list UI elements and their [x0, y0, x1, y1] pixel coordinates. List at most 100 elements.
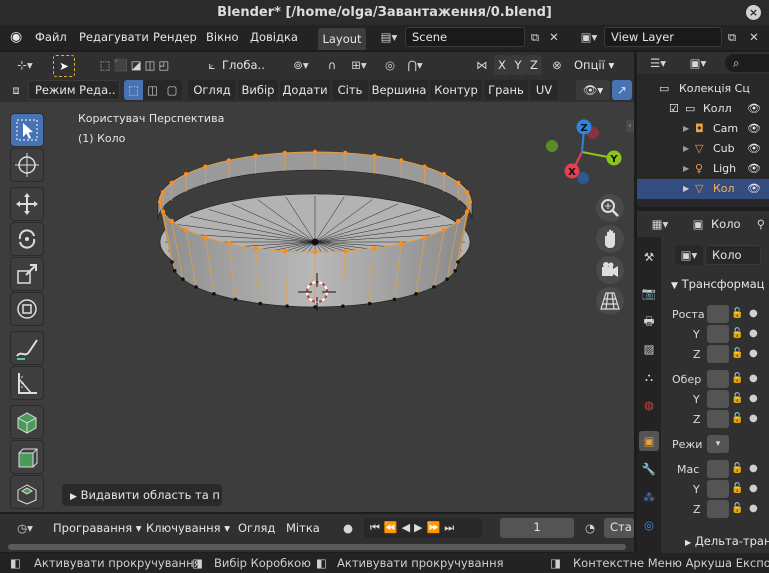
tool-measure[interactable]	[10, 366, 44, 400]
keyframe-dot-icon[interactable]: ●	[749, 410, 758, 428]
scene-name-field[interactable]: Scene	[405, 27, 525, 47]
tool-add-cube[interactable]	[10, 405, 44, 439]
face-select-icon[interactable]: ▢	[162, 80, 182, 100]
delta-transform-panel-header[interactable]: ▶ Дельта-тран	[685, 532, 769, 550]
tool-inset-faces[interactable]	[10, 475, 44, 509]
tool-transform[interactable]	[10, 292, 44, 326]
eye-icon[interactable]: 👁	[747, 179, 761, 199]
keyframe-dot-icon[interactable]: ●	[749, 325, 758, 343]
keyframe-dot-icon[interactable]: ●	[749, 460, 758, 478]
rotation-z-field[interactable]	[707, 410, 729, 428]
timeline-scrollbar[interactable]	[8, 544, 626, 550]
eye-icon[interactable]: 👁	[747, 139, 761, 159]
select-mode-icons[interactable]: ⬚⬛◪◫◰	[88, 55, 184, 75]
proportional-edit-icon[interactable]: ◎	[380, 55, 400, 75]
menu-window[interactable]: Вікно	[206, 25, 239, 50]
blender-logo-icon[interactable]: ◉	[10, 25, 22, 50]
particles-tab-icon[interactable]: ⁂	[639, 487, 659, 507]
visibility-icon[interactable]: 👁▾	[576, 80, 610, 100]
mirror-x-toggle[interactable]: X	[494, 55, 510, 75]
expand-arrow-icon[interactable]: ▶	[683, 119, 689, 139]
lock-icon[interactable]: 🔓	[731, 325, 745, 343]
checkbox-checked-icon[interactable]: ☑	[669, 99, 679, 119]
view-layer-copy-icon[interactable]: ⧉	[722, 27, 742, 47]
outliner-editor-type-icon[interactable]: ☰▾	[643, 53, 673, 73]
outliner-scene-collection[interactable]: ▭ Колекція Сц	[637, 79, 769, 99]
outliner-display-mode-icon[interactable]: ▣▾	[683, 53, 713, 73]
outliner-item-light[interactable]: ▶ ♀ Ligh 👁	[637, 159, 769, 179]
viewport-scene[interactable]: Z Y X	[0, 102, 634, 512]
lock-icon[interactable]: 🔓	[731, 370, 745, 388]
keyframe-dot-icon[interactable]: ●	[749, 480, 758, 498]
3d-viewport[interactable]: Z Y X Користувач Перспектива (1) Коло ‹ …	[0, 102, 634, 512]
falloff-icon[interactable]: ⋂▾	[400, 55, 430, 75]
lock-icon[interactable]: 🔓	[731, 410, 745, 428]
timeline-menu-marker[interactable]: Мітка	[286, 518, 320, 538]
scale-y-field[interactable]	[707, 480, 729, 498]
outliner-item-cube[interactable]: ▶ ▽ Cub 👁	[637, 139, 769, 159]
start-frame-field[interactable]: Ста	[604, 518, 634, 538]
current-frame-field[interactable]: 1	[500, 518, 574, 538]
timeline-menu-view[interactable]: Огляд	[238, 518, 275, 538]
view-layer-selector-icon[interactable]: ▣▾	[574, 27, 604, 47]
timeline-editor-type-icon[interactable]: ◷▾	[8, 518, 42, 538]
menu-view[interactable]: Огляд	[188, 80, 236, 100]
output-tab-icon[interactable]: 🖶	[639, 311, 659, 331]
eye-icon[interactable]: 👁	[747, 119, 761, 139]
menu-edge[interactable]: Контур	[430, 80, 482, 100]
expand-arrow-icon[interactable]: ▶	[683, 179, 689, 199]
outliner-search-icon[interactable]: ⌕	[725, 54, 769, 72]
snap-magnet-icon[interactable]: ∩	[322, 55, 342, 75]
location-y-field[interactable]	[707, 325, 729, 343]
mirror-z-toggle[interactable]: Z	[526, 55, 542, 75]
edge-select-icon[interactable]: ◫	[143, 80, 162, 100]
rotation-mode-dropdown[interactable]: ▾	[707, 435, 729, 453]
transform-orientation-dropdown[interactable]: Глоба..	[222, 55, 280, 75]
lock-icon[interactable]: 🔓	[731, 500, 745, 518]
preview-range-icon[interactable]: ◔	[580, 518, 600, 538]
keyframe-dot-icon[interactable]: ●	[749, 370, 758, 388]
tool-scale[interactable]	[10, 257, 44, 291]
snap-target-icon[interactable]: ⊞▾	[344, 55, 374, 75]
tool-cursor[interactable]	[10, 148, 44, 182]
tool-extrude-region[interactable]	[10, 440, 44, 474]
menu-select[interactable]: Вибір	[238, 80, 278, 100]
select-tool-icon[interactable]: ➤	[53, 55, 75, 77]
keyframe-dot-icon[interactable]: ●	[749, 305, 758, 323]
workspace-tab-layout[interactable]: Layout	[318, 28, 366, 50]
outliner-item-circle-selected[interactable]: ▶ ▽ Кол 👁	[637, 179, 769, 199]
world-tab-icon[interactable]: ◍	[639, 395, 659, 415]
rotation-x-field[interactable]	[707, 370, 729, 388]
outliner-item-collection[interactable]: ☑ ▭ Колл 👁	[637, 99, 769, 119]
outliner-item-camera[interactable]: ▶ ◘ Cam 👁	[637, 119, 769, 139]
tool-annotate[interactable]	[10, 331, 44, 365]
object-name-field[interactable]: Коло	[705, 245, 761, 265]
eye-icon[interactable]: 👁	[747, 99, 761, 119]
pivot-point-icon[interactable]: ⊚▾	[286, 55, 316, 75]
tool-rotate[interactable]	[10, 222, 44, 256]
window-close-button[interactable]: ×	[746, 5, 761, 20]
menu-mesh[interactable]: Сіть	[332, 80, 368, 100]
transform-panel-header[interactable]: ▼ Трансформац	[671, 275, 765, 293]
gizmo-toggle-icon[interactable]: ↗	[612, 80, 632, 100]
timeline-menu-keying[interactable]: Ключування ▾	[146, 518, 230, 538]
properties-editor-type-icon[interactable]: ▦▾	[645, 214, 675, 234]
options-dropdown[interactable]: Опції ▾	[574, 55, 626, 75]
tool-tab-icon[interactable]: ⚒	[639, 247, 659, 267]
expand-arrow-icon[interactable]: ▶	[683, 139, 689, 159]
record-icon[interactable]: ●	[340, 518, 356, 538]
scene-remove-icon[interactable]: ✕	[546, 27, 562, 47]
lock-icon[interactable]: 🔓	[731, 305, 745, 323]
view-layer-tab-icon[interactable]: ▨	[639, 339, 659, 359]
menu-vertex[interactable]: Вершина	[370, 80, 428, 100]
eye-icon[interactable]: 👁	[747, 159, 761, 179]
menu-file[interactable]: Файл	[35, 25, 67, 50]
keyframe-dot-icon[interactable]: ●	[749, 500, 758, 518]
menu-edit[interactable]: Редагувати	[79, 25, 149, 50]
view-layer-remove-icon[interactable]: ✕	[746, 27, 762, 47]
rotation-y-field[interactable]	[707, 390, 729, 408]
menu-help[interactable]: Довідка	[250, 25, 298, 50]
lock-icon[interactable]: 🔓	[731, 390, 745, 408]
expand-arrow-icon[interactable]: ▶	[683, 159, 689, 179]
mirror-y-toggle[interactable]: Y	[510, 55, 526, 75]
